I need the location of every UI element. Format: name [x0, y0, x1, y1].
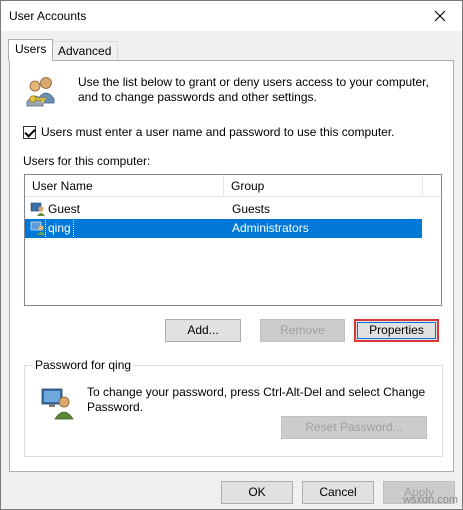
group-cell: Guests	[232, 202, 271, 216]
title-bar: User Accounts	[1, 1, 462, 31]
users-list-label: Users for this computer:	[23, 154, 151, 168]
require-login-row[interactable]: Users must enter a user name and passwor…	[23, 125, 395, 139]
group-cell: Administrators	[232, 221, 309, 235]
tab-strip: Users Advanced	[1, 31, 462, 61]
intro-text: Use the list below to grant or deny user…	[78, 75, 429, 104]
users-listview[interactable]: User Name Group Guest Guests qing Admini…	[24, 174, 442, 306]
cancel-button[interactable]: Cancel	[302, 481, 374, 504]
table-row-qing[interactable]: qing Administrators	[25, 218, 422, 239]
watermark: wsxdn.com	[402, 494, 458, 506]
window-title: User Accounts	[9, 9, 87, 23]
require-login-checkbox[interactable]	[23, 125, 36, 139]
add-user-button[interactable]: Add...	[165, 319, 241, 342]
table-row-guest[interactable]: Guest Guests	[25, 200, 422, 219]
user-accounts-dialog: User Accounts Users Advanced Use the lis…	[0, 0, 463, 510]
properties-button[interactable]: Properties	[354, 319, 439, 342]
users-keys-icon	[26, 77, 55, 107]
password-group-title: Password for qing	[33, 358, 134, 372]
password-groupbox: Password for qing To change your passwor…	[24, 358, 443, 457]
remove-user-button[interactable]: Remove	[260, 319, 345, 342]
close-icon	[434, 10, 446, 22]
tab-advanced[interactable]: Advanced	[51, 41, 119, 61]
users-tab-panel: Use the list below to grant or deny user…	[9, 60, 454, 472]
user-name-cell: qing	[45, 218, 74, 239]
user-name-cell: Guest	[48, 202, 81, 216]
ok-button[interactable]: OK	[221, 481, 293, 504]
column-header-user-name[interactable]: User Name	[25, 175, 224, 197]
listview-header: User Name Group	[25, 175, 441, 197]
password-instructions: To change your password, press Ctrl-Alt-…	[87, 385, 426, 414]
user-icon	[30, 221, 45, 235]
reset-password-button[interactable]: Reset Password...	[281, 416, 427, 439]
require-login-label: Users must enter a user name and passwor…	[41, 125, 395, 139]
user-icon	[30, 202, 45, 216]
password-user-icon	[41, 388, 74, 420]
column-header-group[interactable]: Group	[224, 175, 423, 197]
close-button[interactable]	[418, 1, 462, 31]
tab-users[interactable]: Users	[8, 39, 54, 61]
